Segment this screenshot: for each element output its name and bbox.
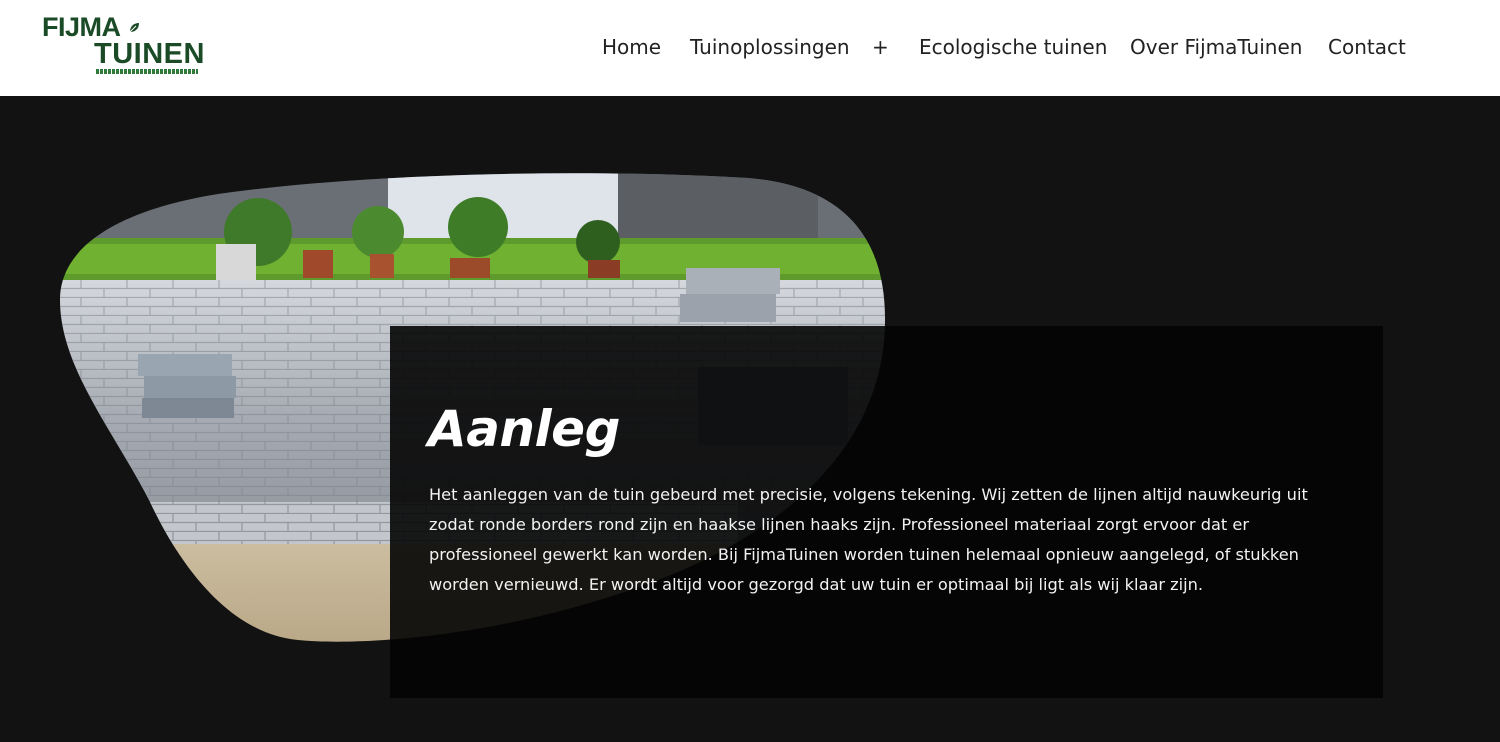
section-description: Het aanleggen van de tuin gebeurd met pr… — [429, 485, 1308, 594]
nav-item-over-fijmatuinen[interactable]: Over FijmaTuinen — [1130, 33, 1302, 61]
nav-item-ecologische-tuinen[interactable]: Ecologische tuinen — [919, 33, 1107, 61]
nav-item-home[interactable]: Home — [602, 33, 661, 61]
nav-item-tuinoplossingen[interactable]: Tuinoplossingen — [690, 33, 850, 61]
nav-item-contact[interactable]: Contact — [1328, 33, 1406, 61]
aanleg-content-panel: Aanleg Het aanleggen van de tuin gebeurd… — [390, 326, 1383, 698]
section-title: Aanleg — [428, 400, 620, 458]
site-header: FIJMA TUINEN Home Tuinoplossingen + Ecol… — [0, 0, 1500, 96]
logo-text-tuinen: TUINEN — [94, 38, 205, 70]
leaf-icon — [129, 23, 139, 33]
submenu-expand-plus-icon[interactable]: + — [872, 33, 889, 61]
logo-tagline-graphic — [96, 69, 198, 74]
site-logo[interactable]: FIJMA TUINEN — [42, 12, 205, 80]
